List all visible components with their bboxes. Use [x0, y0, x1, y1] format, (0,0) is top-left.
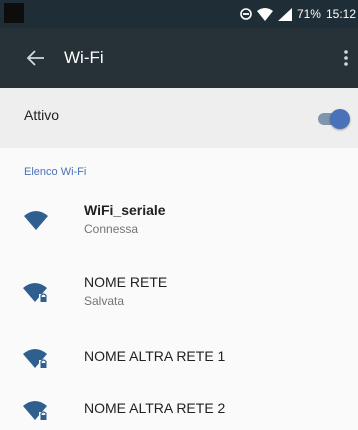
- cell-signal-icon: [277, 7, 292, 21]
- wifi-network-item[interactable]: WiFi_seriale Connessa: [0, 190, 358, 250]
- wifi-locked-icon: [23, 349, 48, 369]
- wifi-locked-icon: [23, 283, 48, 303]
- status-icons: 71% 15:12: [240, 0, 356, 28]
- arrow-back-icon[interactable]: [24, 46, 48, 70]
- network-name: NOME ALTRA RETE 1: [84, 348, 226, 364]
- wifi-locked-icon: [23, 401, 48, 421]
- network-name: NOME ALTRA RETE 2: [84, 400, 226, 416]
- wifi-icon: [24, 211, 48, 230]
- network-status: Connessa: [84, 222, 139, 236]
- notification-icon: [4, 3, 24, 23]
- wifi-network-item[interactable]: NOME RETE Salvata: [0, 262, 358, 322]
- section-header-wifi-list: Elenco Wi-Fi: [24, 166, 87, 178]
- wifi-toggle-thumb[interactable]: [330, 109, 350, 129]
- network-status: Salvata: [84, 294, 125, 308]
- network-name: NOME RETE: [84, 274, 168, 290]
- network-name: WiFi_seriale: [84, 202, 166, 218]
- do-not-disturb-icon: [240, 8, 252, 20]
- battery-level: 71%: [296, 7, 321, 21]
- wifi-switch-label: Attivo: [24, 107, 60, 123]
- overflow-menu-icon[interactable]: [340, 46, 352, 70]
- clock: 15:12: [325, 7, 356, 21]
- page-title: Wi-Fi: [64, 48, 104, 67]
- wifi-signal-icon: [256, 7, 273, 21]
- wifi-network-item[interactable]: NOME ALTRA RETE 2: [0, 386, 358, 430]
- wifi-master-switch-row[interactable]: Attivo: [0, 88, 358, 148]
- status-bar: 71% 15:12: [0, 0, 358, 28]
- app-toolbar: Wi-Fi: [0, 28, 358, 88]
- wifi-network-item[interactable]: NOME ALTRA RETE 1: [0, 334, 358, 382]
